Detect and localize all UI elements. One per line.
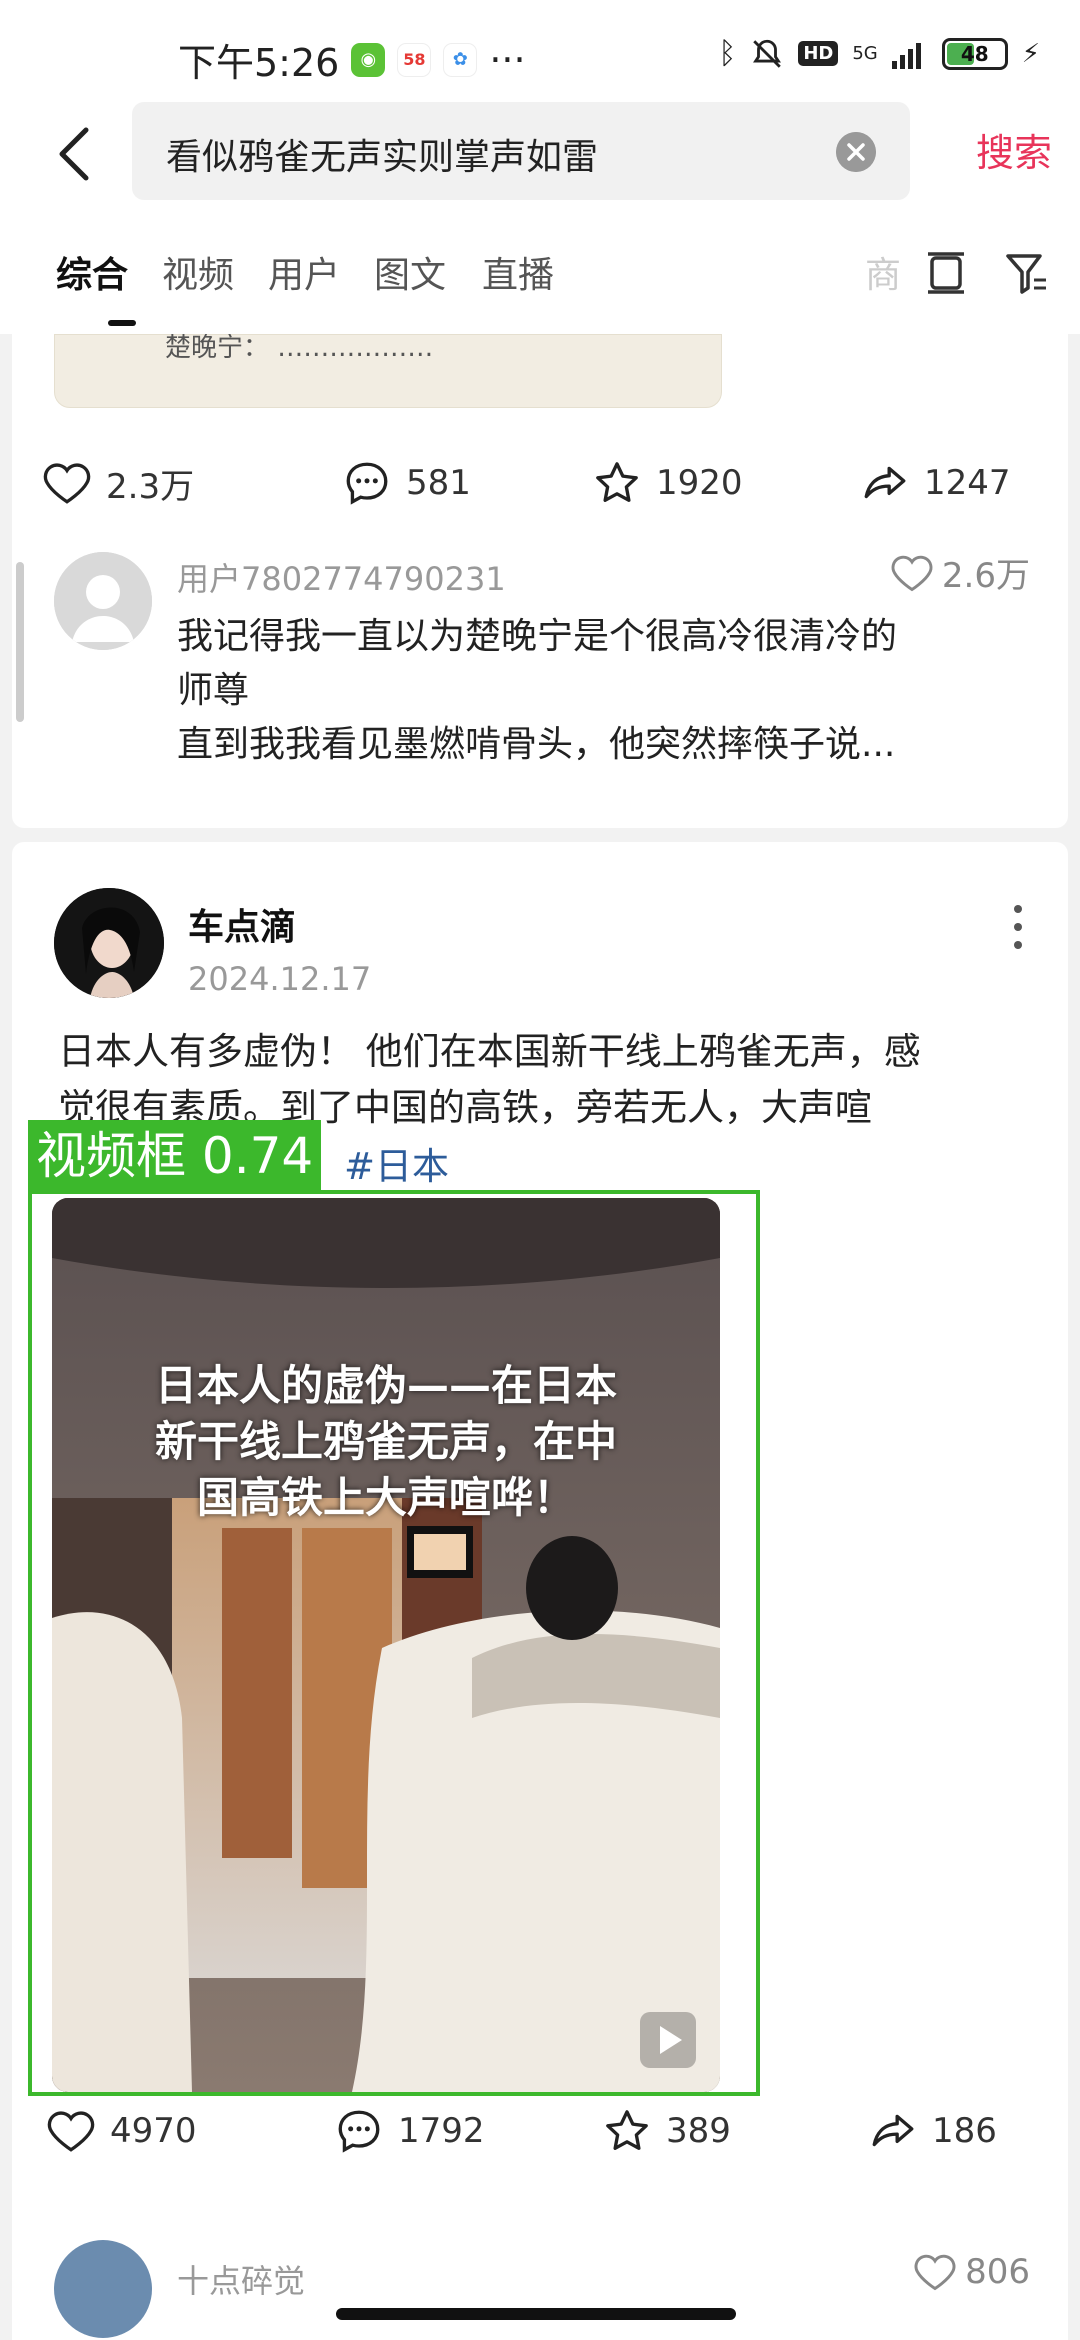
star-action[interactable]: 389 <box>602 2106 731 2156</box>
video-thumbnail[interactable]: 日本人的虚伪——在日本 新干线上鸦雀无声，在中 国高铁上大声喧哗！ <box>52 1198 720 2092</box>
star-action[interactable]: 1920 <box>592 458 743 508</box>
more-options-icon[interactable] <box>1012 902 1024 952</box>
comment-like[interactable]: 806 <box>913 2250 1030 2294</box>
star-icon <box>606 2110 648 2150</box>
tab-video[interactable]: 视频 <box>162 246 234 298</box>
mute-bell-icon <box>753 39 782 68</box>
post-date: 2024.12.17 <box>188 960 372 998</box>
quote-image[interactable]: 楚晚宁： ……………… <box>54 334 722 408</box>
avatar[interactable] <box>54 552 152 650</box>
tab-bar: 综合 视频 用户 图文 直播 商 <box>0 220 1080 334</box>
post-text-line: 日本人有多虚伪！ 他们在本国新干线上鸦雀无声，感 <box>58 1030 921 1073</box>
comment-username[interactable]: 用户7802774790231 <box>177 554 506 600</box>
home-indicator[interactable] <box>336 2308 736 2320</box>
app-58-icon: 58 <box>397 42 432 77</box>
status-more-icon: ··· <box>489 37 526 82</box>
search-row: 看似鸦雀无声实则掌声如雷 搜索 <box>0 100 1080 220</box>
quote-text: 楚晚宁： ……………… <box>165 334 434 363</box>
comment-like-count: 806 <box>965 2252 1030 2292</box>
like-action[interactable]: 4970 <box>46 2106 197 2156</box>
layout-toggle-icon[interactable] <box>926 250 966 296</box>
comment-action[interactable]: 581 <box>342 458 471 508</box>
action-row: 4970 1792 389 186 <box>12 2106 1068 2166</box>
app-notification-icon: ◉ <box>351 42 386 77</box>
charging-icon: ⚡ <box>1021 38 1040 69</box>
comment-line: 师尊 <box>177 670 250 711</box>
tab-comprehensive[interactable]: 综合 <box>56 246 128 298</box>
star-icon <box>596 462 638 502</box>
status-right: ᛒ HD 5G 48 ⚡ <box>718 36 1040 71</box>
comment-like[interactable]: 2.6万 <box>890 548 1030 597</box>
result-card-quote[interactable]: 楚晚宁： ……………… 2.3万 581 1920 1247 用户7802774… <box>12 334 1068 828</box>
comment-count: 581 <box>406 463 471 503</box>
star-count: 1920 <box>656 463 743 503</box>
action-row: 2.3万 581 1920 1247 <box>12 458 1068 518</box>
share-count: 1247 <box>924 463 1011 503</box>
status-bar: 下午5:26 ◉ 58 ✿ ··· ᛒ HD 5G 48 ⚡ <box>0 0 1080 100</box>
like-action[interactable]: 2.3万 <box>42 458 194 508</box>
search-input[interactable]: 看似鸦雀无声实则掌声如雷 <box>132 102 910 200</box>
train-interior-image <box>52 1198 720 2092</box>
video-caption: 日本人的虚伪——在日本 新干线上鸦雀无声，在中 国高铁上大声喧哗！ <box>52 1358 720 1526</box>
status-left: 下午5:26 ◉ 58 ✿ ··· <box>178 32 526 87</box>
comment-count: 1792 <box>398 2111 485 2151</box>
video-caption-line: 国高铁上大声喧哗！ <box>196 1473 575 1522</box>
filter-icon[interactable] <box>1004 250 1048 296</box>
video-caption-line: 新干线上鸦雀无声，在中 <box>154 1417 617 1466</box>
tab-live[interactable]: 直播 <box>482 246 554 298</box>
tab-shop[interactable]: 商 <box>865 246 901 298</box>
share-icon <box>864 466 906 499</box>
search-query[interactable]: 看似鸦雀无声实则掌声如雷 <box>166 128 598 180</box>
tab-user[interactable]: 用户 <box>268 246 340 298</box>
comment-text[interactable]: 我记得我一直以为楚晚宁是个很高冷很清冷的 师尊 直到我我看见墨燃啃骨头，他突然摔… <box>177 610 1027 772</box>
heart-icon <box>891 555 933 591</box>
signal-icon <box>891 42 921 69</box>
tab-image-text[interactable]: 图文 <box>374 246 446 298</box>
search-button[interactable]: 搜索 <box>976 122 1052 177</box>
share-action[interactable]: 186 <box>868 2106 997 2156</box>
hashtag-link[interactable]: #日本 <box>344 1136 449 1190</box>
video-caption-line: 日本人的虚伪——在日本 <box>154 1361 617 1410</box>
author-photo <box>54 888 164 998</box>
share-action[interactable]: 1247 <box>860 458 1011 508</box>
battery-text: 48 <box>960 41 989 66</box>
app-cloud-icon: ✿ <box>443 42 478 77</box>
comment-line: 直到我我看见墨燃啃骨头，他突然摔筷子说... <box>177 724 896 765</box>
heart-icon <box>43 463 91 504</box>
share-count: 186 <box>932 2111 997 2151</box>
battery-icon: 48 <box>941 37 1008 70</box>
avatar[interactable] <box>54 2240 152 2338</box>
comment-username[interactable]: 十点碎觉 <box>177 2256 305 2302</box>
result-card-post[interactable]: 车点滴 2024.12.17 日本人有多虚伪！ 他们在本国新干线上鸦雀无声，感 … <box>12 842 1068 2340</box>
comment-like-count: 2.6万 <box>941 556 1030 596</box>
scroll-indicator <box>16 562 24 722</box>
hd-badge: HD <box>798 41 839 66</box>
comment-action[interactable]: 1792 <box>334 2106 485 2156</box>
default-avatar-icon <box>54 552 152 650</box>
heart-icon <box>47 2111 95 2152</box>
comment-line: 我记得我一直以为楚晚宁是个很高冷很清冷的 <box>177 616 898 657</box>
like-count: 4970 <box>110 2111 197 2151</box>
heart-icon <box>914 2254 956 2291</box>
avatar[interactable] <box>54 888 164 998</box>
bluetooth-icon: ᛒ <box>718 36 737 71</box>
like-count: 2.3万 <box>106 466 195 507</box>
play-icon[interactable] <box>640 2012 696 2068</box>
detection-label: 视频框 0.74 <box>28 1120 322 1190</box>
results-feed[interactable]: 楚晚宁： ……………… 2.3万 581 1920 1247 用户7802774… <box>0 334 1080 2340</box>
post-author[interactable]: 车点滴 <box>188 898 296 950</box>
clear-icon[interactable] <box>836 132 876 172</box>
star-count: 389 <box>666 2111 731 2151</box>
comment-icon <box>338 2110 380 2153</box>
status-time: 下午5:26 <box>178 41 340 85</box>
back-arrow-icon[interactable] <box>50 124 100 184</box>
tab-active-indicator <box>108 320 136 326</box>
signal-label: 5G <box>852 43 878 64</box>
share-icon <box>872 2114 914 2147</box>
comment-icon <box>346 462 388 505</box>
